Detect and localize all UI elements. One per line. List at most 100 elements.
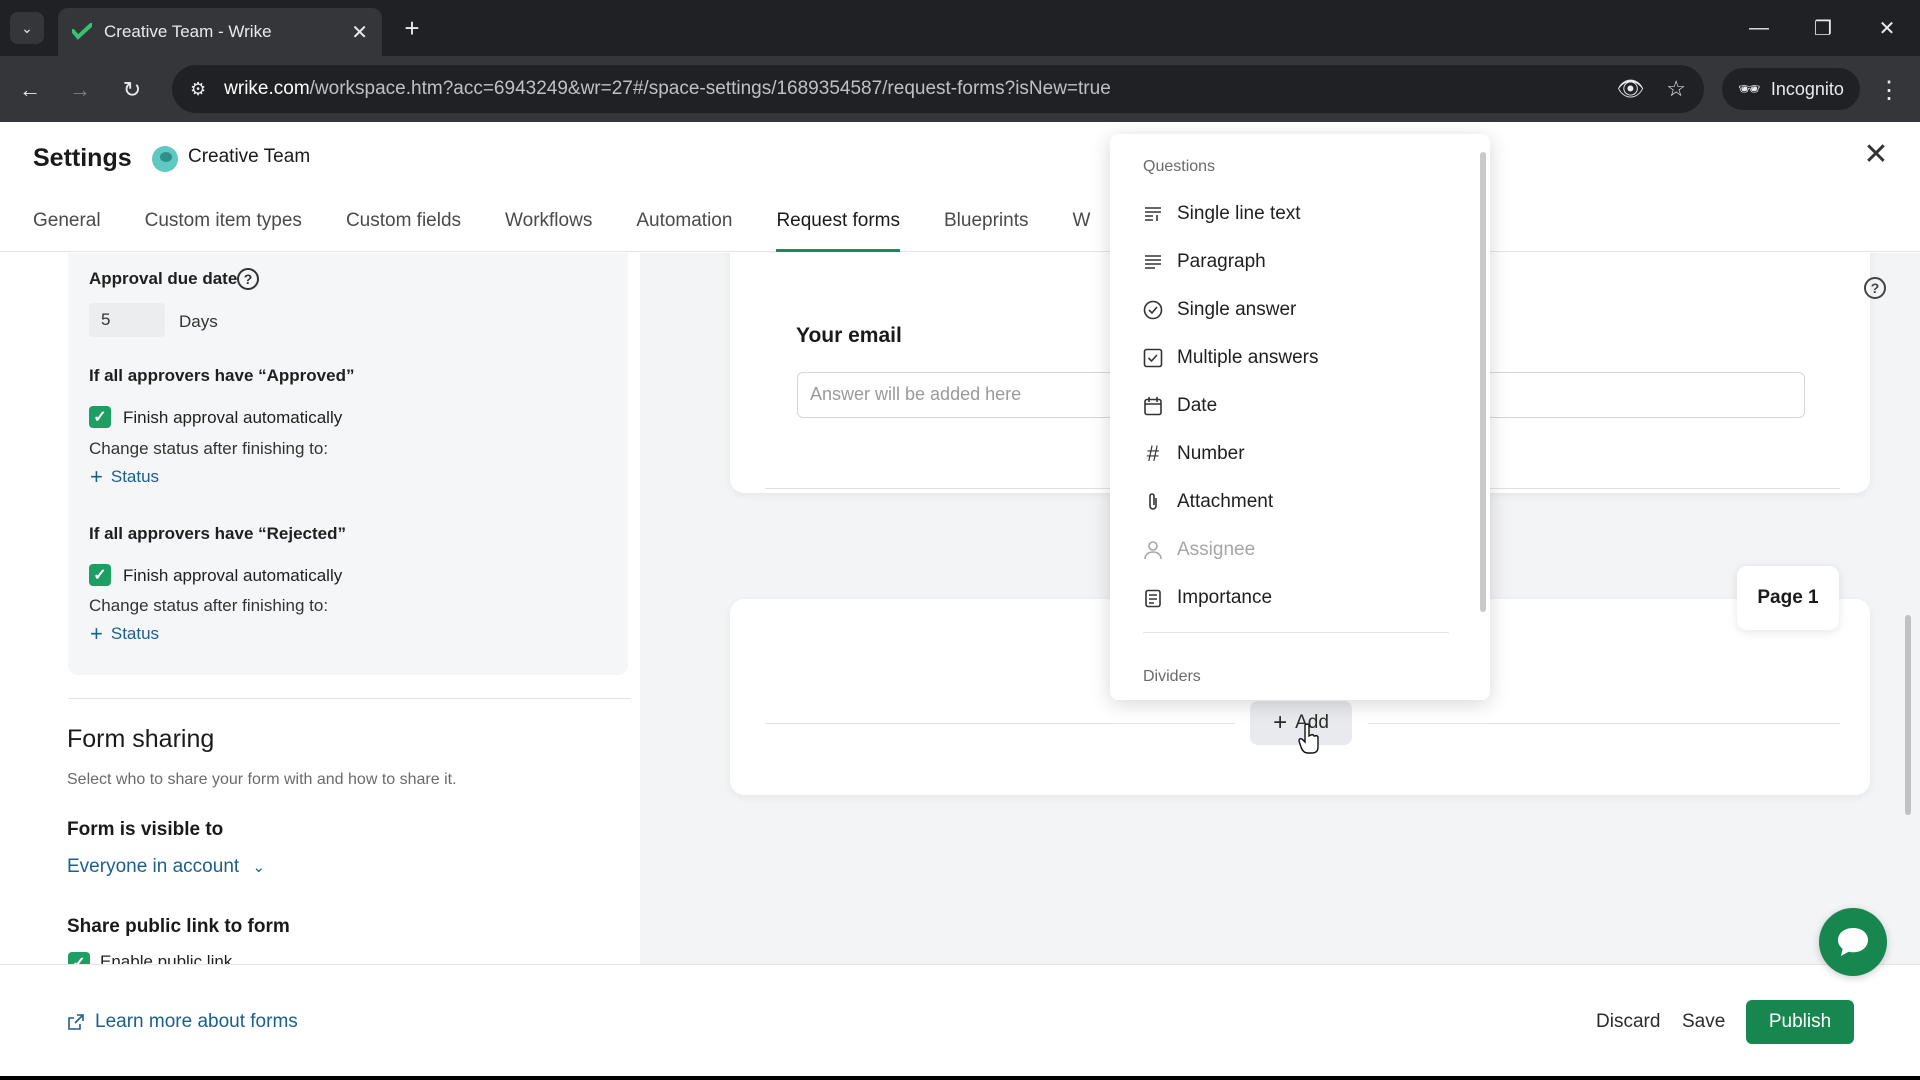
menu-item-label: Single answer	[1177, 299, 1297, 320]
space-avatar-icon	[152, 146, 178, 172]
menu-item-assignee[interactable]: Assignee	[1143, 530, 1443, 570]
minimize-button[interactable]: —	[1736, 10, 1782, 46]
menu-item-label: Single line text	[1177, 203, 1301, 224]
status-link-label: Status	[110, 467, 160, 486]
dropdown-scrollbar[interactable]	[1480, 142, 1486, 692]
tab-general[interactable]: General	[33, 206, 101, 252]
new-tab-button[interactable]: +	[396, 12, 428, 44]
visible-to-value: Everyone in account	[67, 856, 240, 877]
page-title: Settings	[33, 144, 132, 172]
restore-button[interactable]: ❐	[1800, 10, 1846, 46]
finish-approved-label: Finish approval automatically	[123, 408, 343, 427]
browser-tabstrip: ⌄ Creative Team - Wrike ✕ + — ❐ ✕	[0, 0, 1920, 56]
tab-workflows[interactable]: Workflows	[505, 206, 592, 252]
add-status-rejected-link[interactable]: + Status	[90, 621, 160, 646]
settings-tabs: General Custom item types Custom fields …	[33, 206, 1134, 252]
browser-menu-icon[interactable]: ⋮	[1874, 72, 1904, 108]
enable-public-link-label: Enable public link	[100, 952, 233, 964]
single-line-text-icon	[1143, 204, 1163, 224]
settings-content: Approval due date ? 5 Days If all approv…	[0, 253, 1920, 964]
menu-item-number[interactable]: # Number	[1143, 434, 1443, 474]
dropdown-scrollbar-thumb[interactable]	[1480, 152, 1486, 612]
tab-automation[interactable]: Automation	[636, 206, 732, 252]
menu-item-paragraph[interactable]: Paragraph	[1143, 242, 1443, 282]
add-status-approved-link[interactable]: + Status	[90, 464, 160, 489]
star-icon[interactable]: ☆	[1666, 76, 1686, 102]
menu-item-single-answer[interactable]: Single answer	[1143, 290, 1443, 330]
incognito-icon: 🕶	[1738, 78, 1761, 99]
close-settings-icon[interactable]: ✕	[1862, 138, 1890, 171]
page-scrollbar[interactable]	[1904, 253, 1912, 964]
finish-rejected-label: Finish approval automatically	[123, 566, 343, 585]
visible-to-dropdown[interactable]: Everyone in account ⌄	[67, 856, 265, 878]
url-text[interactable]: wrike.com/workspace.htm?acc=6943249&wr=2…	[224, 78, 1594, 100]
menu-item-date[interactable]: Date	[1143, 386, 1443, 426]
forward-button[interactable]: →	[62, 72, 98, 108]
tab-custom-fields[interactable]: Custom fields	[346, 206, 461, 252]
dropdown-separator	[1143, 632, 1449, 633]
browser-toolbar: ← → ↻ ⚙ wrike.com/workspace.htm?acc=6943…	[0, 56, 1920, 122]
scrollbar-thumb[interactable]	[1905, 615, 1911, 815]
person-icon	[1143, 540, 1163, 560]
tab-more[interactable]: W	[1073, 206, 1091, 252]
plus-icon: +	[90, 464, 103, 489]
checkbox-icon	[1143, 348, 1163, 368]
menu-item-multiple-answers[interactable]: Multiple answers	[1143, 338, 1443, 378]
publish-button[interactable]: Publish	[1746, 1000, 1854, 1044]
incognito-indicator[interactable]: 🕶 Incognito	[1722, 68, 1860, 110]
tab-request-forms[interactable]: Request forms	[776, 206, 900, 252]
finish-approved-checkbox[interactable]: ✓	[89, 406, 111, 428]
learn-more-link[interactable]: Learn more about forms	[67, 1011, 298, 1033]
change-status-label: Change status after finishing to:	[89, 596, 329, 615]
status-link-label: Status	[110, 624, 160, 643]
site-info-icon[interactable]: ⚙	[190, 79, 206, 100]
add-divider-line	[765, 723, 1235, 724]
menu-item-label: Attachment	[1177, 491, 1274, 512]
questions-heading: Questions	[1143, 158, 1216, 175]
importance-icon	[1143, 588, 1163, 608]
email-question-label: Your email	[796, 324, 902, 347]
plus-icon: +	[90, 621, 103, 646]
close-tab-icon[interactable]: ✕	[351, 20, 368, 45]
calendar-icon	[1143, 396, 1163, 416]
form-sharing-subtitle: Select who to share your form with and h…	[67, 771, 457, 788]
form-sharing-title: Form sharing	[67, 725, 215, 753]
incognito-label: Incognito	[1770, 78, 1844, 99]
menu-item-label: Number	[1177, 443, 1245, 464]
close-window-button[interactable]: ✕	[1864, 10, 1910, 46]
page-badge[interactable]: Page 1	[1737, 566, 1839, 630]
visible-to-label: Form is visible to	[67, 819, 224, 840]
chevron-down-icon: ⌄	[252, 859, 266, 876]
url-path: /workspace.htm?acc=6943249&wr=27#/space-…	[309, 78, 1111, 99]
tab-search-button[interactable]: ⌄	[10, 12, 44, 44]
form-help-icon[interactable]: ?	[1864, 277, 1886, 299]
dividers-heading: Dividers	[1143, 668, 1201, 685]
help-icon[interactable]: ?	[237, 268, 259, 290]
tab-custom-item-types[interactable]: Custom item types	[145, 206, 302, 252]
external-link-icon	[68, 1014, 84, 1030]
menu-item-label: Importance	[1177, 587, 1273, 608]
save-button[interactable]: Save	[1682, 1011, 1725, 1033]
menu-item-attachment[interactable]: Attachment	[1143, 482, 1443, 522]
menu-item-label: Date	[1177, 395, 1218, 416]
menu-item-single-line-text[interactable]: Single line text	[1143, 194, 1443, 234]
back-button[interactable]: ←	[12, 72, 48, 108]
tab-title: Creative Team - Wrike	[104, 22, 272, 41]
approval-due-date-label: Approval due date	[89, 269, 238, 288]
bottom-edge	[0, 1076, 1920, 1080]
discard-button[interactable]: Discard	[1596, 1011, 1660, 1033]
chat-support-button[interactable]	[1819, 908, 1887, 976]
eye-off-icon[interactable]: 👁	[1616, 76, 1644, 102]
browser-tab[interactable]: Creative Team - Wrike ✕	[58, 8, 382, 56]
reload-button[interactable]: ↻	[114, 72, 150, 108]
tab-blueprints[interactable]: Blueprints	[944, 206, 1029, 252]
menu-item-importance[interactable]: Importance	[1143, 578, 1443, 618]
add-divider-line	[1368, 723, 1840, 724]
address-bar[interactable]: ⚙ wrike.com/workspace.htm?acc=6943249&wr…	[172, 65, 1704, 113]
days-unit-label: Days	[179, 312, 218, 331]
form-settings-panel: Approval due date ? 5 Days If all approv…	[0, 253, 640, 964]
finish-rejected-checkbox[interactable]: ✓	[89, 564, 111, 586]
section-divider	[68, 698, 631, 699]
approval-days-input[interactable]: 5	[89, 303, 165, 337]
enable-public-link-checkbox[interactable]: ✓	[68, 952, 90, 964]
